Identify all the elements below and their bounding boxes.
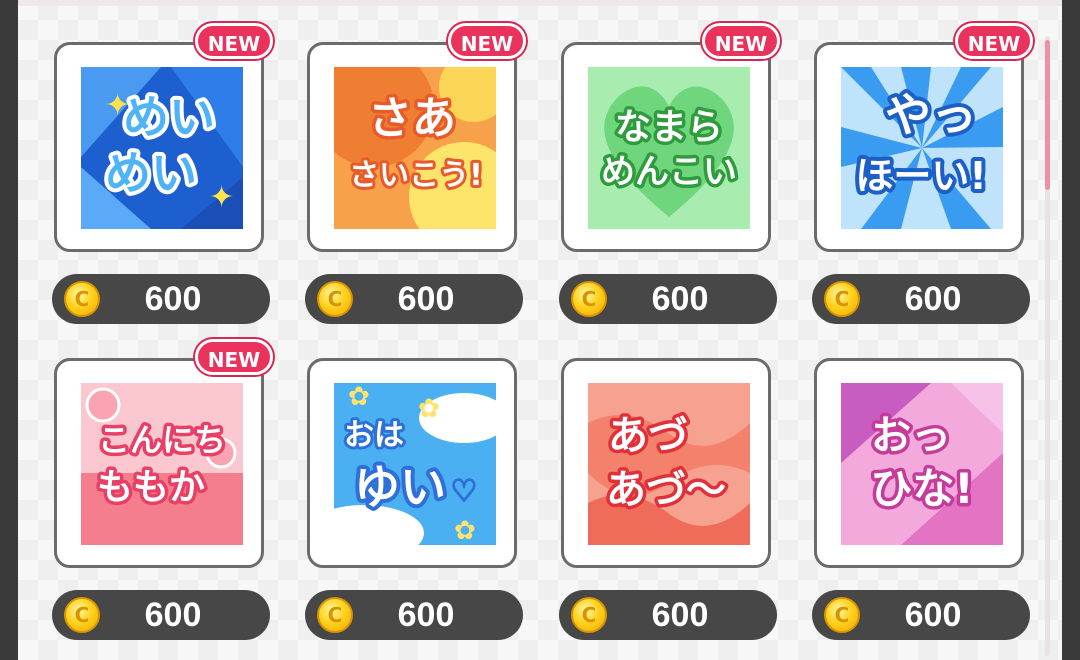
- stamp-card[interactable]: ✿ ✿ ✿ おは ゆい ♡: [307, 358, 517, 568]
- stamp-text-line2: ひな!: [870, 464, 973, 513]
- stamp-text-line1: あづ: [608, 413, 688, 459]
- stamp-card[interactable]: おっ ひな!: [814, 358, 1024, 568]
- stamp-art-namara: なまら めんこい: [588, 67, 750, 229]
- stamp-text-line1: やっ: [885, 88, 977, 142]
- stamp-text-line2: ももか: [97, 467, 205, 508]
- stamp-card[interactable]: こんにち ももか NEW: [54, 339, 273, 568]
- stamp-card[interactable]: さあ さいこう! NEW: [307, 23, 526, 252]
- price-bar: C 600: [305, 590, 523, 640]
- stamp-item-namara[interactable]: なまら めんこい NEW C 600: [559, 23, 780, 332]
- stamp-art-agu: あづ あづ〜: [588, 383, 750, 545]
- stamp-card[interactable]: あづ あづ〜: [561, 358, 771, 568]
- scrollbar[interactable]: [1045, 36, 1050, 656]
- price-bar: C 600: [52, 590, 270, 640]
- new-badge: NEW: [702, 23, 780, 59]
- price-bar: C 600: [559, 274, 777, 324]
- stamp-item-ottsu[interactable]: おっ ひな! C 600: [812, 358, 1032, 648]
- stamp-text-line1: こんにち: [98, 421, 226, 459]
- coin-icon: C: [64, 597, 100, 633]
- coin-icon: C: [824, 597, 860, 633]
- stamp-text-line1: おっ: [871, 413, 951, 459]
- panel-top-edge: [18, 0, 1062, 6]
- coin-icon: C: [317, 597, 353, 633]
- price-value: 600: [651, 280, 709, 318]
- new-badge: NEW: [195, 23, 273, 59]
- price-bar: C 600: [305, 274, 523, 324]
- flower-icon: ✿: [454, 516, 476, 545]
- stamp-text-line2: ほーい!: [855, 154, 986, 198]
- stamp-art-ottsu: おっ ひな!: [841, 383, 1003, 545]
- stamp-card[interactable]: めい めい ✦ ✦ NEW: [54, 23, 273, 252]
- price-value: 600: [904, 596, 962, 634]
- flower-icon: ✿: [348, 383, 370, 412]
- stamp-text-line1: おは: [344, 418, 404, 453]
- price-value: 600: [904, 280, 962, 318]
- stamp-text-line2: さいこう!: [349, 158, 483, 193]
- new-badge: NEW: [448, 23, 526, 59]
- stamp-text-line2: あづ〜: [606, 467, 726, 513]
- new-badge: NEW: [195, 339, 273, 375]
- stamp-art-meimei: めい めい ✦ ✦: [81, 67, 243, 229]
- stamp-item-konnichi[interactable]: こんにち ももか NEW C 600: [52, 339, 273, 648]
- stamp-item-ohayui[interactable]: ✿ ✿ ✿ おは ゆい ♡ C 600: [305, 358, 525, 648]
- price-value: 600: [651, 596, 709, 634]
- stamp-text-line1: さあ: [368, 93, 456, 144]
- stamp-text-line1: なまら: [615, 107, 723, 148]
- stamp-art-ohayui: ✿ ✿ ✿ おは ゆい ♡: [334, 383, 496, 545]
- stamp-item-yahho[interactable]: やっ ほーい! NEW C 600: [812, 23, 1033, 332]
- stamp-text-line2: めんこい: [601, 152, 737, 192]
- price-value: 600: [397, 280, 455, 318]
- new-badge: NEW: [955, 23, 1033, 59]
- stamp-art-yahho: やっ ほーい!: [841, 67, 1003, 229]
- stamp-text-line2: ゆい: [354, 460, 446, 514]
- price-bar: C 600: [52, 274, 270, 324]
- stamp-text-line2: めい: [105, 146, 197, 200]
- coin-icon: C: [571, 281, 607, 317]
- coin-icon: C: [64, 281, 100, 317]
- stamp-card[interactable]: なまら めんこい NEW: [561, 23, 780, 252]
- stamp-item-saa[interactable]: さあ さいこう! NEW C 600: [305, 23, 526, 332]
- price-value: 600: [397, 596, 455, 634]
- stamp-text-line1: めい: [123, 90, 215, 144]
- stamp-item-meimei[interactable]: めい めい ✦ ✦ NEW C 600: [52, 23, 273, 332]
- price-value: 600: [144, 280, 202, 318]
- coin-icon: C: [571, 597, 607, 633]
- stamp-art-saa: さあ さいこう!: [334, 67, 496, 229]
- price-value: 600: [144, 596, 202, 634]
- sparkle-icon: ✦: [209, 180, 234, 215]
- heart-icon: ♡: [451, 474, 478, 509]
- coin-icon: C: [824, 281, 860, 317]
- coin-icon: C: [317, 281, 353, 317]
- sparkle-icon: ✦: [105, 88, 130, 123]
- stamp-shop-panel: めい めい ✦ ✦ NEW C 600 さあ さいこう! NEW C 600 な…: [18, 0, 1062, 660]
- stamp-item-agu[interactable]: あづ あづ〜 C 600: [559, 358, 779, 648]
- stamp-art-konnichi: こんにち ももか: [81, 383, 243, 545]
- scrollbar-thumb[interactable]: [1045, 40, 1050, 190]
- price-bar: C 600: [812, 590, 1030, 640]
- price-bar: C 600: [559, 590, 777, 640]
- stamp-card[interactable]: やっ ほーい! NEW: [814, 23, 1033, 252]
- price-bar: C 600: [812, 274, 1030, 324]
- flower-icon: ✿: [418, 394, 440, 424]
